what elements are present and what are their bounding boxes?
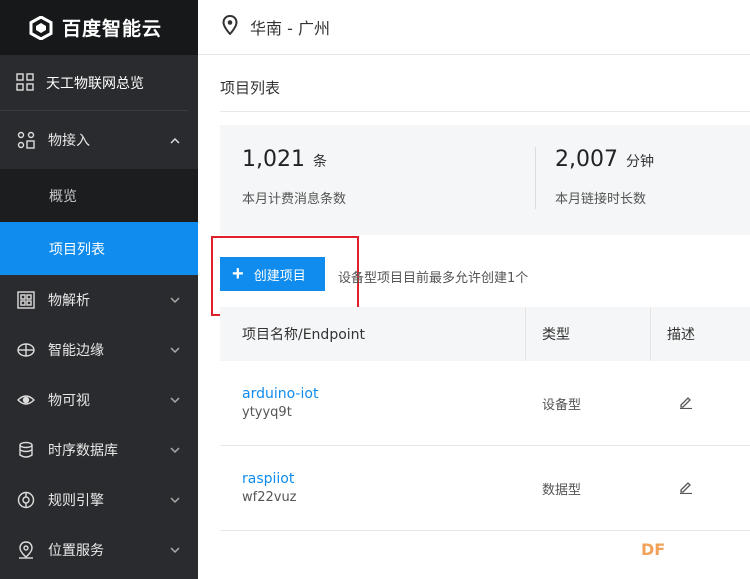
project-name-link[interactable]: arduino-iot [242, 386, 526, 402]
sidebar-item-label: 物接入 [48, 133, 90, 149]
location-service-icon [16, 540, 36, 560]
cloud-logo-icon [28, 15, 54, 41]
sidebar-item-label: 时序数据库 [48, 443, 118, 459]
table-row: raspiiot wf22vuz 数据型 [220, 446, 750, 531]
sidebar-item-label: 位置服务 [48, 543, 104, 559]
divider [220, 111, 750, 112]
create-project-button[interactable]: + 创建项目 [220, 257, 325, 291]
chevron-down-icon [170, 545, 180, 555]
sidebar-item-edge[interactable]: 智能边缘 [0, 325, 198, 375]
project-type: 设备型 [542, 397, 582, 413]
chevron-down-icon [170, 345, 180, 355]
sidebar-item-label: 规则引擎 [48, 493, 104, 509]
chevron-down-icon [170, 395, 180, 405]
project-endpoint: wf22vuz [242, 490, 297, 505]
sidebar-item-tsdb[interactable]: 时序数据库 [0, 425, 198, 475]
stat-unit: 分钟 [625, 154, 654, 170]
sidebar-item-label: 物可视 [48, 393, 90, 409]
eye-icon [16, 390, 36, 410]
parse-icon [16, 290, 36, 310]
rule-engine-icon [16, 490, 36, 510]
project-type: 数据型 [542, 482, 582, 498]
stat-caption: 本月链接时长数 [555, 192, 647, 207]
edit-pencil-icon[interactable] [679, 394, 693, 413]
sidebar: 百度智能云 天工物联网总览 物接入 概览 项目列表 物解析 智能边缘 物可视 时… [0, 0, 198, 579]
project-table: 项目名称/Endpoint 类型 描述 arduino-iot ytyyq9t … [220, 307, 750, 531]
header: 华南 - 广州 [198, 0, 750, 55]
stat-connection-time: 2,007 分钟 本月链接时长数 [555, 147, 654, 207]
edge-icon [16, 340, 36, 360]
stat-unit: 条 [312, 154, 327, 170]
sidebar-subitem-overview[interactable]: 概览 [0, 169, 198, 222]
watermark: DF [641, 540, 666, 559]
project-endpoint: ytyyq9t [242, 405, 292, 420]
region-selector[interactable]: 华南 - 广州 [250, 15, 330, 39]
sidebar-item-overview[interactable]: 天工物联网总览 [0, 55, 188, 111]
create-hint: 设备型项目目前最多允许创建1个 [338, 271, 529, 286]
chevron-down-icon [170, 445, 180, 455]
stat-value: 1,021 [242, 147, 305, 172]
page-title: 项目列表 [220, 79, 281, 97]
create-project-label: 创建项目 [253, 267, 306, 283]
brand-name: 百度智能云 [62, 18, 163, 40]
sidebar-subitem-project-list[interactable]: 项目列表 [0, 222, 198, 275]
grid-icon [16, 72, 36, 93]
project-name-link[interactable]: raspiiot [242, 471, 526, 487]
table-header: 项目名称/Endpoint 类型 描述 [220, 307, 750, 361]
column-header-name: 项目名称/Endpoint [220, 307, 526, 361]
sidebar-item-location[interactable]: 位置服务 [0, 525, 198, 575]
column-header-description: 描述 [667, 327, 695, 343]
chevron-up-icon [170, 135, 180, 145]
edit-pencil-icon[interactable] [679, 479, 693, 498]
stats-panel: 1,021 条 本月计费消息条数 2,007 分钟 本月链接时长数 [220, 125, 750, 235]
sidebar-item-label: 智能边缘 [48, 343, 104, 359]
stat-caption: 本月计费消息条数 [242, 192, 347, 207]
main-content: 项目列表 1,021 条 本月计费消息条数 2,007 分钟 本月链接时长数 + 创… [198, 55, 750, 579]
sidebar-overview-label: 天工物联网总览 [46, 75, 144, 92]
sidebar-item-label: 物解析 [48, 293, 90, 309]
sidebar-item-rule-engine[interactable]: 规则引擎 [0, 475, 198, 525]
stat-messages: 1,021 条 本月计费消息条数 [242, 147, 346, 207]
stat-value: 2,007 [555, 147, 618, 172]
table-row: arduino-iot ytyyq9t 设备型 [220, 361, 750, 446]
location-pin-icon[interactable] [222, 14, 238, 39]
sidebar-item-parse[interactable]: 物解析 [0, 275, 198, 325]
column-header-type: 类型 [526, 307, 651, 361]
sidebar-item-visual[interactable]: 物可视 [0, 375, 198, 425]
chevron-down-icon [170, 295, 180, 305]
device-access-icon [16, 130, 36, 150]
chevron-down-icon [170, 495, 180, 505]
database-icon [16, 440, 36, 460]
plus-icon: + [232, 263, 244, 285]
brand-logo[interactable]: 百度智能云 [0, 0, 198, 55]
divider [535, 147, 536, 209]
sidebar-item-device-access[interactable]: 物接入 [0, 111, 198, 169]
